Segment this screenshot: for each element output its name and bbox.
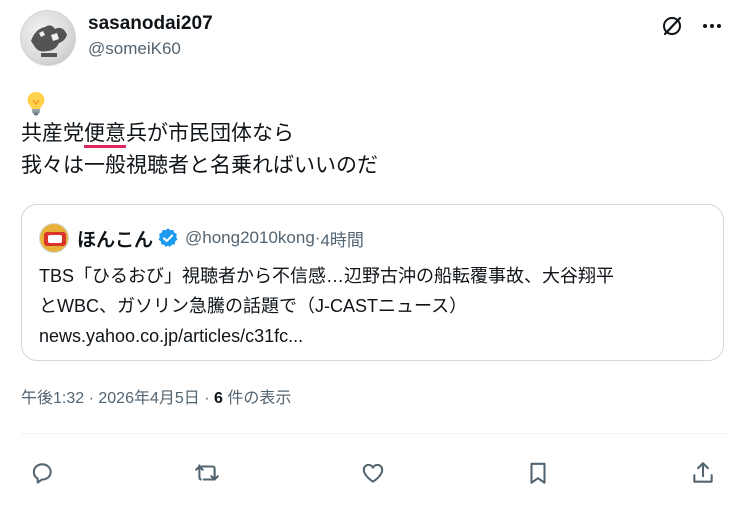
bookmark-button[interactable] — [523, 458, 553, 488]
tweet-line-1-prefix: 共産党 — [21, 122, 84, 145]
bookmark-icon — [530, 462, 546, 484]
tweet-line-1: 共産党便意兵が市民団体なら — [21, 118, 378, 150]
verified-badge-icon — [158, 228, 178, 247]
quoted-text-line-2: とWBC、ガソリン急騰の話題で（J-CASTニュース） — [39, 296, 468, 316]
quoted-tweet-text: TBS「ひるおび」視聴者から不信感…辺野古沖の船転覆事故、大谷翔平 とWBC、ガ… — [39, 261, 709, 351]
quoted-tweet-header: ほんこん @hong2010kong · 4時間 — [39, 223, 364, 253]
views-count: 6 — [214, 390, 223, 407]
views-label: 件の表示 — [222, 390, 292, 407]
display-name[interactable]: sasanodai207 — [88, 12, 213, 36]
tweet-time[interactable]: 午後1:32 — [21, 390, 84, 407]
quoted-avatar[interactable] — [39, 223, 69, 253]
share-icon — [693, 462, 713, 483]
share-button[interactable] — [688, 458, 718, 488]
user-block: sasanodai207 @someiK60 — [88, 12, 213, 60]
meta-separator-1: · — [84, 390, 99, 407]
quoted-tweet[interactable]: ほんこん @hong2010kong · 4時間 TBS「ひるおび」視聴者から不… — [21, 204, 724, 361]
meta-separator-2: · — [199, 390, 214, 407]
quoted-text-line-1: TBS「ひるおび」視聴者から不信感…辺野古沖の船転覆事故、大谷翔平 — [39, 266, 615, 286]
more-icon[interactable] — [700, 14, 724, 38]
tweet-text: 共産党便意兵が市民団体なら 我々は一般視聴者と名乗ればいいのだ — [21, 118, 378, 182]
tweet-date[interactable]: 2026年4月5日 — [98, 390, 199, 407]
avatar-image — [31, 25, 67, 57]
tweet-line-1-suffix: 兵が市民団体なら — [126, 122, 294, 145]
quoted-handle[interactable]: @hong2010kong — [185, 228, 315, 248]
divider — [21, 433, 726, 434]
grok-icon[interactable] — [660, 14, 684, 38]
avatar[interactable] — [20, 10, 76, 66]
tweet-header: sasanodai207 @someiK60 — [20, 10, 727, 70]
like-button[interactable] — [358, 458, 388, 488]
heart-icon — [362, 463, 384, 483]
retweet-icon — [195, 464, 219, 481]
underlined-word: 便意 — [84, 122, 126, 145]
reply-button[interactable] — [27, 458, 57, 488]
tweet-line-2: 我々は一般視聴者と名乗ればいいのだ — [21, 154, 378, 177]
quoted-link[interactable]: news.yahoo.co.jp/articles/c31fc... — [39, 321, 709, 351]
reply-icon — [32, 463, 52, 484]
retweet-button[interactable] — [192, 458, 222, 488]
user-handle[interactable]: @someiK60 — [88, 38, 213, 60]
lightbulb-icon — [24, 90, 48, 116]
tweet-meta: 午後1:32 · 2026年4月5日 · 6 件の表示 — [21, 387, 291, 411]
quoted-time[interactable]: 4時間 — [320, 226, 363, 251]
quoted-display-name[interactable]: ほんこん — [77, 225, 153, 252]
